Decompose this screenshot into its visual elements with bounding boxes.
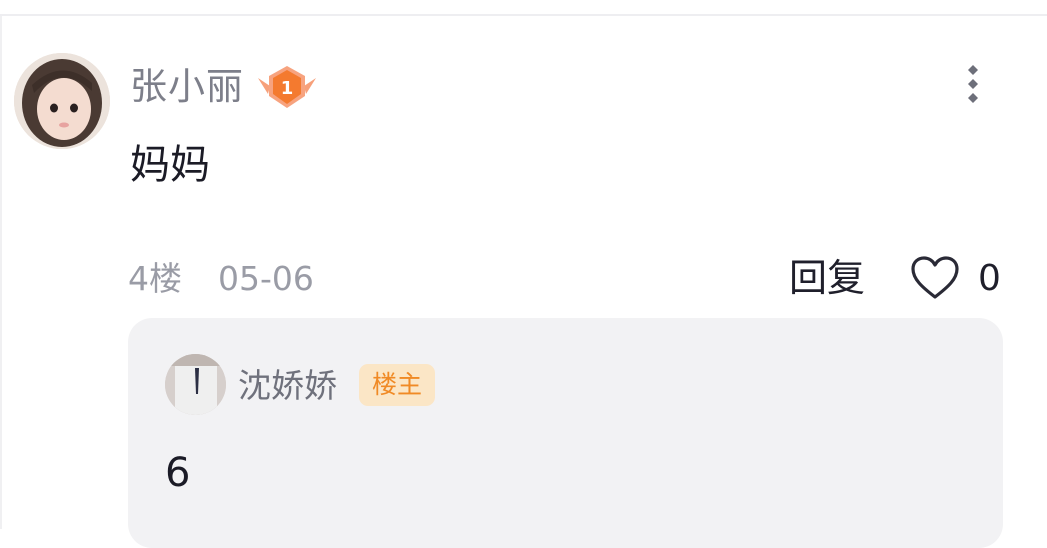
- comment-meta: 4楼 05-06: [128, 256, 314, 302]
- like-button[interactable]: 0: [910, 252, 1001, 304]
- username[interactable]: 张小丽: [130, 62, 244, 112]
- comment-text: 妈妈: [130, 142, 210, 188]
- avatar[interactable]: [14, 53, 110, 149]
- reply-button[interactable]: 回复: [789, 252, 865, 304]
- level-badge-icon: 1: [256, 64, 318, 110]
- level-number: 1: [281, 78, 294, 99]
- reply-username[interactable]: 沈娇娇: [238, 364, 337, 408]
- owner-badge: 楼主: [359, 364, 435, 406]
- comment-date: 05-06: [218, 259, 314, 298]
- floor-number: 4楼: [128, 259, 182, 298]
- more-vertical-icon[interactable]: [956, 60, 990, 110]
- heart-outline-icon[interactable]: [910, 255, 960, 301]
- reply-text: 6: [165, 450, 191, 496]
- like-count: 0: [978, 257, 1001, 299]
- reply-box: [128, 318, 1003, 548]
- top-divider: [0, 0, 1047, 16]
- reply-avatar[interactable]: [165, 354, 226, 415]
- left-edge: [0, 16, 2, 529]
